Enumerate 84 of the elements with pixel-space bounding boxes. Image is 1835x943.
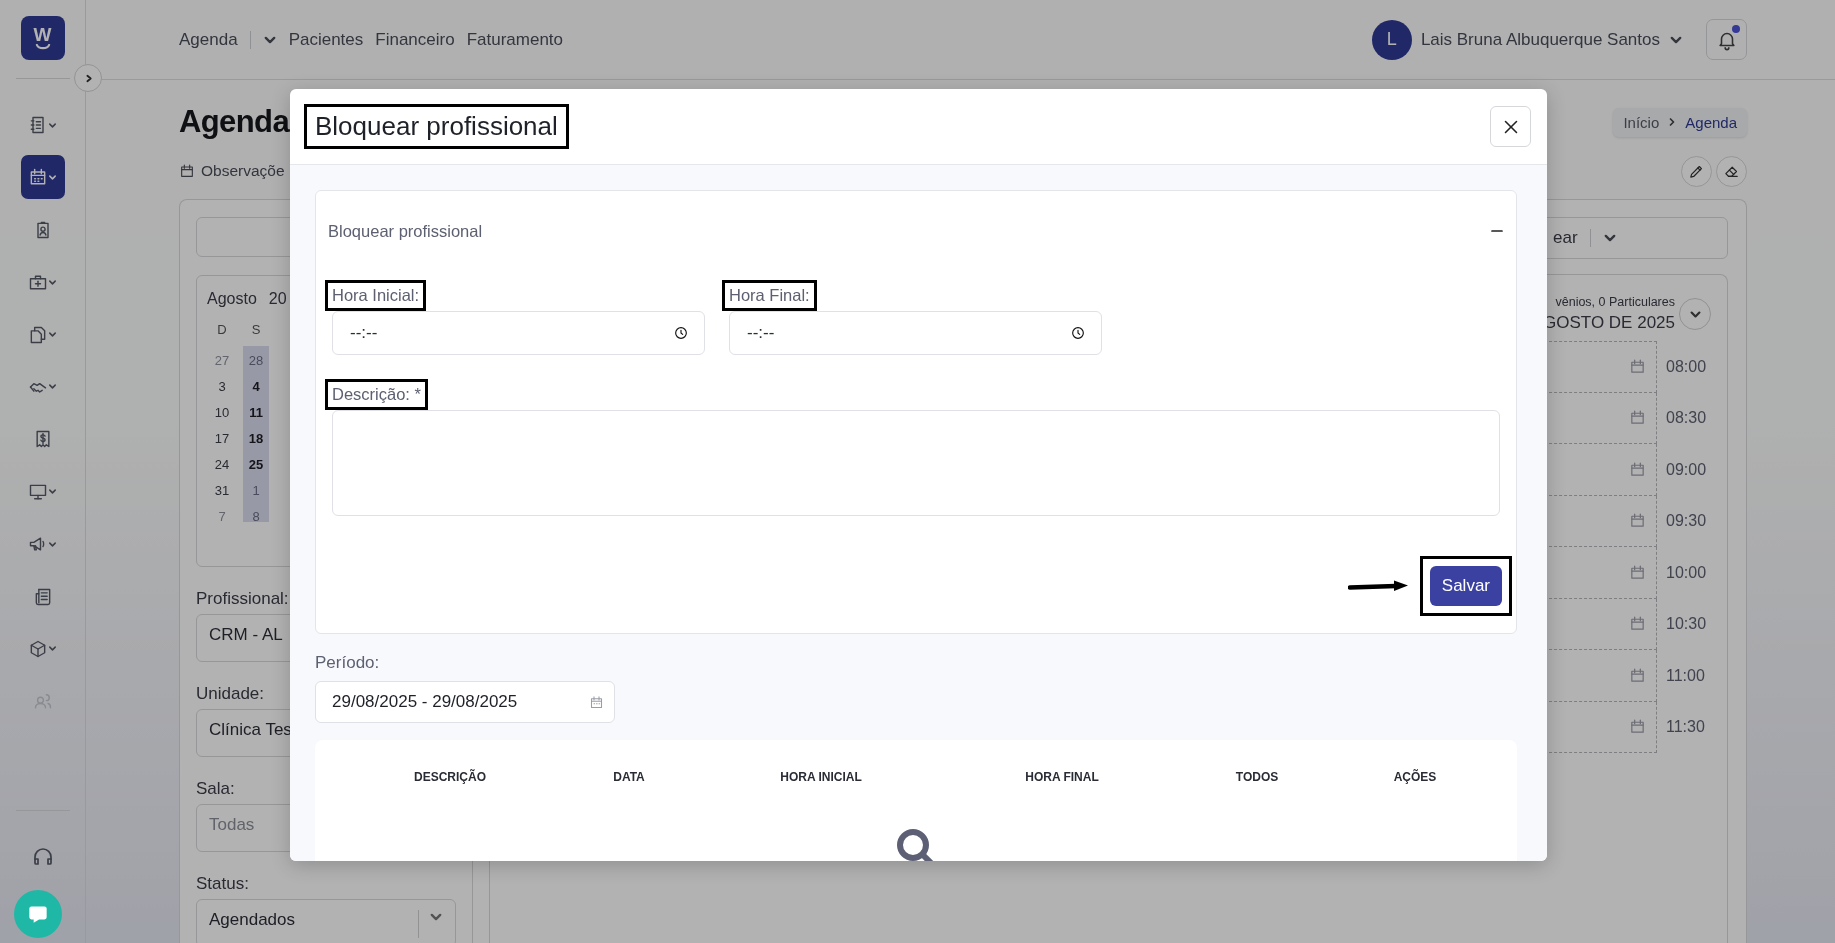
notifications-button[interactable]	[1706, 19, 1747, 60]
weekday-label: D	[217, 322, 227, 339]
chevron-down-icon	[48, 120, 57, 130]
column-header: HORA INICIAL	[779, 770, 863, 784]
calendar-icon	[1629, 615, 1646, 633]
clear-button[interactable]	[1716, 155, 1747, 187]
calendar-icon	[1629, 460, 1646, 478]
field-label: Período:	[315, 653, 381, 673]
chevron-down-icon	[48, 172, 57, 182]
date-range-field[interactable]: 29/08/2025 - 29/08/2025	[315, 681, 615, 723]
field-label: Profissional:	[196, 589, 289, 609]
time-field[interactable]: --:--	[729, 311, 1102, 355]
nav-link[interactable]: Agenda	[179, 29, 238, 50]
weekday-label: S	[251, 322, 261, 339]
sidebar-item[interactable]	[20, 155, 65, 200]
slot-time: 10:00	[1666, 563, 1708, 582]
schedule-summary: vênios, 0 Particulares	[1555, 295, 1675, 309]
close-button[interactable]	[1490, 106, 1531, 147]
breadcrumb-link[interactable]: Início	[1623, 113, 1660, 131]
sidebar-toggle[interactable]	[74, 64, 102, 92]
calendar-icon	[1629, 358, 1646, 376]
chevron-down-icon	[48, 539, 57, 549]
calendar-month[interactable]: Agosto	[207, 290, 257, 308]
calendar-icon	[179, 163, 195, 179]
calendar-day[interactable]: 17	[214, 426, 230, 452]
chevron-down-icon	[48, 644, 57, 654]
observations-link[interactable]: Observaçõe	[201, 162, 285, 180]
column-header: TODOS	[1234, 770, 1280, 784]
field-label: Sala:	[196, 779, 235, 799]
nav-link[interactable]: Faturamento	[466, 29, 564, 50]
time-field[interactable]: --:--	[332, 311, 705, 355]
calendar-year[interactable]: 20	[268, 290, 287, 308]
column-header: HORA FINAL	[1024, 770, 1100, 784]
calendar-icon	[1629, 666, 1646, 684]
field-label: Hora Inicial:	[328, 283, 424, 308]
slot-time: 09:00	[1666, 460, 1708, 479]
calendar-icon	[589, 694, 604, 710]
field-label: Status:	[196, 874, 249, 894]
calendar-icon	[1629, 718, 1646, 736]
chat-button[interactable]	[14, 890, 62, 938]
page-title: Agenda	[179, 104, 290, 140]
slot-time: 11:00	[1666, 666, 1706, 685]
calendar-day[interactable]: 3	[218, 374, 226, 400]
slot-time: 11:30	[1666, 718, 1706, 737]
edit-button[interactable]	[1681, 155, 1712, 187]
breadcrumb-link[interactable]: Agenda	[1685, 113, 1737, 131]
calendar-day[interactable]: 11	[249, 400, 263, 426]
clock-icon	[673, 325, 689, 341]
clock-icon	[1070, 325, 1086, 341]
calendar-day[interactable]: 31	[214, 478, 230, 504]
slot-time: 10:30	[1666, 615, 1708, 634]
field-label: Descrição: *	[328, 382, 425, 407]
calendar-icon	[1629, 409, 1646, 427]
app-logo[interactable]: W	[20, 16, 65, 60]
calendar-day[interactable]: 24	[214, 452, 230, 478]
slot-time: 08:30	[1666, 409, 1708, 428]
smile-icon	[33, 43, 52, 51]
nav-link[interactable]: Pacientes	[288, 29, 364, 50]
field-label: Hora Final:	[725, 283, 814, 308]
calendar-day[interactable]: 4	[252, 374, 260, 400]
save-button[interactable]: Salvar	[1429, 566, 1502, 606]
chevron-down-icon	[48, 487, 57, 497]
calendar-day[interactable]: 10	[214, 400, 230, 426]
calendar-day[interactable]: 25	[248, 452, 264, 478]
chevron-down-icon	[48, 330, 57, 340]
chevron-down-icon	[48, 277, 57, 287]
user-name[interactable]: Lais Bruna Albuquerque Santos	[1420, 29, 1660, 50]
calendar-icon	[1629, 563, 1646, 581]
section-title[interactable]: Bloquear profissional	[328, 221, 483, 241]
description-field[interactable]	[332, 410, 1500, 516]
slot-time: 08:00	[1666, 357, 1708, 376]
user-avatar[interactable]: L	[1371, 19, 1412, 60]
slot-time: 09:30	[1666, 512, 1708, 531]
field-label: Unidade:	[196, 684, 265, 704]
chevron-down-icon	[48, 382, 57, 392]
nav-link[interactable]: Financeiro	[375, 29, 455, 50]
calendar-icon	[1629, 512, 1646, 530]
column-header: DATA	[612, 770, 646, 784]
calendar-day[interactable]: 18	[248, 426, 264, 452]
unread-dot	[1732, 25, 1740, 33]
modal-title: Bloquear profissional	[307, 107, 566, 146]
column-header: DESCRIÇÃO	[413, 770, 487, 784]
column-header: AÇÕES	[1392, 770, 1438, 784]
select-field[interactable]: Agendados	[196, 899, 456, 943]
